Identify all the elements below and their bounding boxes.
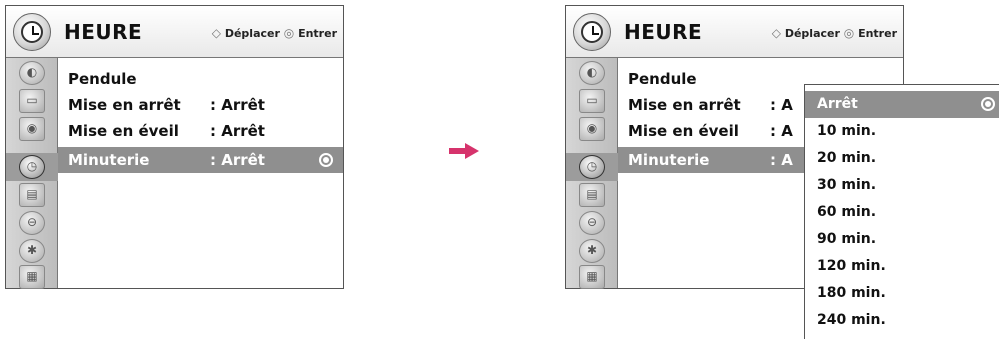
menu-item-label: Minuterie — [628, 151, 710, 169]
dropdown-option-90-min[interactable]: 90 min. — [805, 226, 999, 253]
dropdown-option-30-min[interactable]: 30 min. — [805, 172, 999, 199]
menu-item-label: Pendule — [68, 70, 137, 88]
dropdown-option-240-min[interactable]: 240 min. — [805, 307, 999, 334]
menu-item-value: : Arrêt — [210, 151, 265, 169]
bluetooth-icon[interactable]: ✱ — [19, 239, 45, 263]
menu-item-label: Mise en arrêt — [68, 96, 181, 114]
dropdown-option-label: 240 min. — [817, 312, 886, 328]
option-icon[interactable]: ▤ — [579, 183, 605, 207]
picture-icon[interactable]: ◐ — [579, 61, 605, 85]
dropdown-option-180-min[interactable]: 180 min. — [805, 280, 999, 307]
time-icon[interactable]: ◷ — [579, 155, 605, 179]
option-icon[interactable]: ▤ — [19, 183, 45, 207]
dropdown-option-label: 20 min. — [817, 150, 877, 166]
menu-item-pendule[interactable]: Pendule — [58, 66, 343, 92]
menu-item-value: : A — [770, 96, 793, 114]
menu-item-value: : Arrêt — [210, 96, 265, 114]
menu-item-minuterie[interactable]: Minuterie : Arrêt — [58, 147, 343, 173]
menu-item-value: : Arrêt — [210, 122, 265, 140]
clock-icon — [573, 13, 611, 51]
menu-item-mise-en-eveil[interactable]: Mise en éveil : Arrêt — [58, 118, 343, 144]
move-hint-label: Déplacer — [224, 27, 280, 40]
dropdown-option-arret[interactable]: Arrêt — [805, 91, 999, 118]
screen-icon[interactable]: ▭ — [579, 89, 605, 113]
dropdown-option-label: 60 min. — [817, 204, 877, 220]
dropdown-option-10-min[interactable]: 10 min. — [805, 118, 999, 145]
move-arrows-icon: ◇ — [771, 26, 781, 40]
right-arrow-icon — [449, 143, 479, 159]
audio-icon[interactable]: ◉ — [19, 117, 45, 141]
dropdown-option-label: 30 min. — [817, 177, 877, 193]
enter-icon: ◎ — [843, 26, 855, 40]
time-menu-panel: HEURE ◇ Déplacer ◎ Entrer ◐ ▭ ◉ ◷ ▤ ⊖ ✱ … — [5, 5, 344, 289]
category-sidebar: ◐ ▭ ◉ ◷ ▤ ⊖ ✱ ▦ — [566, 58, 618, 289]
dropdown-option-120-min[interactable]: 120 min. — [805, 253, 999, 280]
menu-item-value: : A — [770, 122, 793, 140]
selected-radio-icon — [981, 97, 995, 111]
dropdown-option-label: Arrêt — [817, 96, 858, 112]
move-arrows-icon: ◇ — [211, 26, 221, 40]
menu-item-label: Minuterie — [68, 151, 150, 169]
menu-item-label: Mise en éveil — [68, 122, 179, 140]
dropdown-option-label: 120 min. — [817, 258, 886, 274]
enter-hint-label: Entrer — [858, 27, 897, 40]
menu-header: HEURE ◇ Déplacer ◎ Entrer — [566, 6, 903, 58]
navigation-hint: ◇ Déplacer ◎ Entrer — [772, 26, 897, 40]
move-hint-label: Déplacer — [784, 27, 840, 40]
menu-title: HEURE — [624, 20, 703, 44]
lock-icon[interactable]: ⊖ — [579, 211, 605, 235]
minuterie-dropdown: Arrêt 10 min. 20 min. 30 min. 60 min. 90… — [804, 84, 999, 339]
time-icon[interactable]: ◷ — [19, 155, 45, 179]
bluetooth-icon[interactable]: ✱ — [579, 239, 605, 263]
clock-icon — [13, 13, 51, 51]
enter-hint-label: Entrer — [298, 27, 337, 40]
enter-icon: ◎ — [283, 26, 295, 40]
dropdown-option-label: 90 min. — [817, 231, 877, 247]
dropdown-option-20-min[interactable]: 20 min. — [805, 145, 999, 172]
navigation-hint: ◇ Déplacer ◎ Entrer — [212, 26, 337, 40]
picture-icon[interactable]: ◐ — [19, 61, 45, 85]
screen-icon[interactable]: ▭ — [19, 89, 45, 113]
menu-item-label: Mise en éveil — [628, 122, 739, 140]
audio-icon[interactable]: ◉ — [579, 117, 605, 141]
menu-header: HEURE ◇ Déplacer ◎ Entrer — [6, 6, 343, 58]
selected-radio-icon — [319, 153, 333, 167]
menu-item-label: Mise en arrêt — [628, 96, 741, 114]
menu-item-mise-en-arret[interactable]: Mise en arrêt : Arrêt — [58, 92, 343, 118]
menu-item-label: Pendule — [628, 70, 697, 88]
movie-icon[interactable]: ▦ — [19, 265, 45, 289]
menu-item-value: : A — [770, 151, 793, 169]
dropdown-option-60-min[interactable]: 60 min. — [805, 199, 999, 226]
dropdown-option-label: 180 min. — [817, 285, 886, 301]
category-sidebar: ◐ ▭ ◉ ◷ ▤ ⊖ ✱ ▦ — [6, 58, 58, 289]
lock-icon[interactable]: ⊖ — [19, 211, 45, 235]
menu-title: HEURE — [64, 20, 143, 44]
movie-icon[interactable]: ▦ — [579, 265, 605, 289]
dropdown-option-label: 10 min. — [817, 123, 877, 139]
